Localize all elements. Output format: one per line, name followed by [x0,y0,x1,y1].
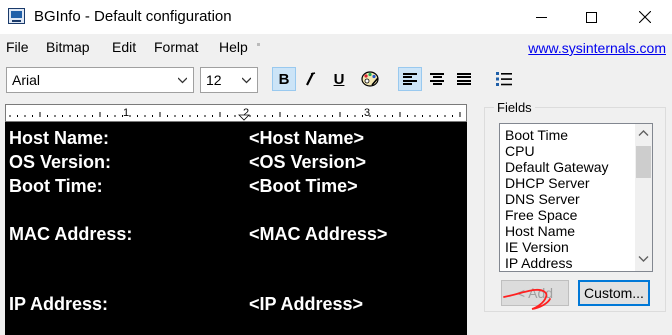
sysinternals-link[interactable]: www.sysinternals.com [528,40,666,56]
red-annotation-scribble [503,288,551,310]
font-family-value: Arial [12,72,41,88]
bold-button[interactable]: B [272,67,296,91]
align-right-button[interactable] [452,67,476,91]
editor-value-ip-address: <IP Address> [249,294,364,314]
color-palette-icon [361,71,379,87]
minimize-button[interactable] [518,0,564,34]
font-family-select[interactable]: Arial [6,67,194,93]
scroll-down-icon[interactable] [638,255,649,263]
list-item[interactable]: CPU [505,143,535,159]
list-item[interactable]: DNS Server [505,191,580,207]
fields-scrollbar[interactable] [635,124,652,271]
maximize-button[interactable] [568,0,614,34]
list-item[interactable]: IP Address [505,255,572,271]
minimize-icon [535,16,547,18]
editor-value-host-name: <Host Name> [249,128,365,148]
bullets-button[interactable] [492,67,516,91]
align-right-icon [457,73,471,85]
align-left-icon [403,73,417,85]
custom-button[interactable]: Custom... [578,280,650,306]
editor-label-os-version: OS Version: [9,152,112,172]
editor-label-boot-time: Boot Time: [9,176,103,196]
menu-bar: File Bitmap Edit Format Help www.sysinte… [0,34,672,58]
chevron-down-icon [178,77,187,84]
scroll-thumb[interactable] [636,146,651,178]
italic-icon [306,72,316,86]
editor-label-host-name: Host Name: [9,128,110,148]
font-size-value: 12 [206,72,222,88]
align-center-icon [430,73,444,85]
underline-icon: U [333,70,345,88]
chevron-down-icon [242,77,251,84]
align-center-button[interactable] [425,67,449,91]
editor-label-mac-address: MAC Address: [9,224,133,244]
bullet-list-icon [496,72,512,86]
title-bar: BGInfo - Default configuration [0,0,672,34]
fields-label: Fields [494,100,535,115]
align-left-button[interactable] [398,67,422,91]
scroll-up-icon[interactable] [638,129,649,137]
color-button[interactable] [358,67,382,91]
list-item[interactable]: Free Space [505,207,577,223]
close-icon [639,11,651,23]
list-item[interactable]: Boot Time [505,127,568,143]
ruler-ticks: 1 2 3 [9,107,461,121]
menu-edit[interactable]: Edit [112,39,136,55]
menu-bitmap[interactable]: Bitmap [46,39,90,55]
ruler: 1 2 3 [5,104,467,122]
ruler-mark-3: 3 [364,107,370,119]
menu-file[interactable]: File [6,39,29,55]
list-item[interactable]: IE Version [505,239,569,255]
list-item[interactable]: Host Name [505,223,575,239]
menu-separator [257,43,260,46]
ruler-mark-1: 1 [123,107,129,119]
bginfo-app-icon [8,8,25,24]
italic-button[interactable] [298,67,322,91]
editor-label-ip-address: IP Address: [9,294,109,314]
editor-value-boot-time: <Boot Time> [249,176,358,196]
window-title: BGInfo - Default configuration [34,8,232,25]
bold-icon: B [278,70,290,88]
underline-button[interactable]: U [327,67,351,91]
list-item[interactable]: DHCP Server [505,175,590,191]
fields-list[interactable]: Boot Time CPU Default Gateway DHCP Serve… [499,123,653,272]
toolbar: Arial 12 B U [0,58,672,100]
maximize-icon [585,11,597,23]
menu-format[interactable]: Format [154,39,198,55]
layout-editor[interactable]: Host Name: <Host Name> OS Version: <OS V… [5,122,467,335]
list-item[interactable]: Default Gateway [505,159,609,175]
editor-value-mac-address: <MAC Address> [249,224,388,244]
close-button[interactable] [622,0,668,34]
font-size-select[interactable]: 12 [200,67,258,93]
editor-value-os-version: <OS Version> [249,152,367,172]
menu-help[interactable]: Help [219,39,248,55]
